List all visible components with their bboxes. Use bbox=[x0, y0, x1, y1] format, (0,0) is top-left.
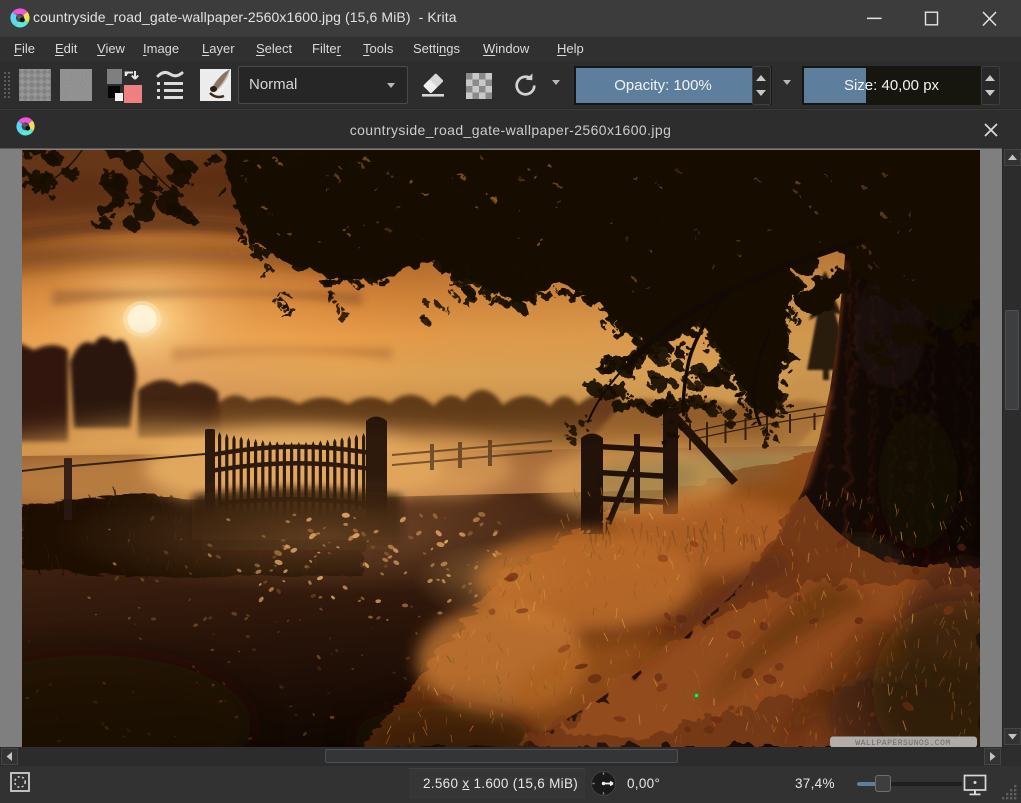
svg-text:WALLPAPERSUNOS.COM: WALLPAPERSUNOS.COM bbox=[855, 739, 950, 747]
